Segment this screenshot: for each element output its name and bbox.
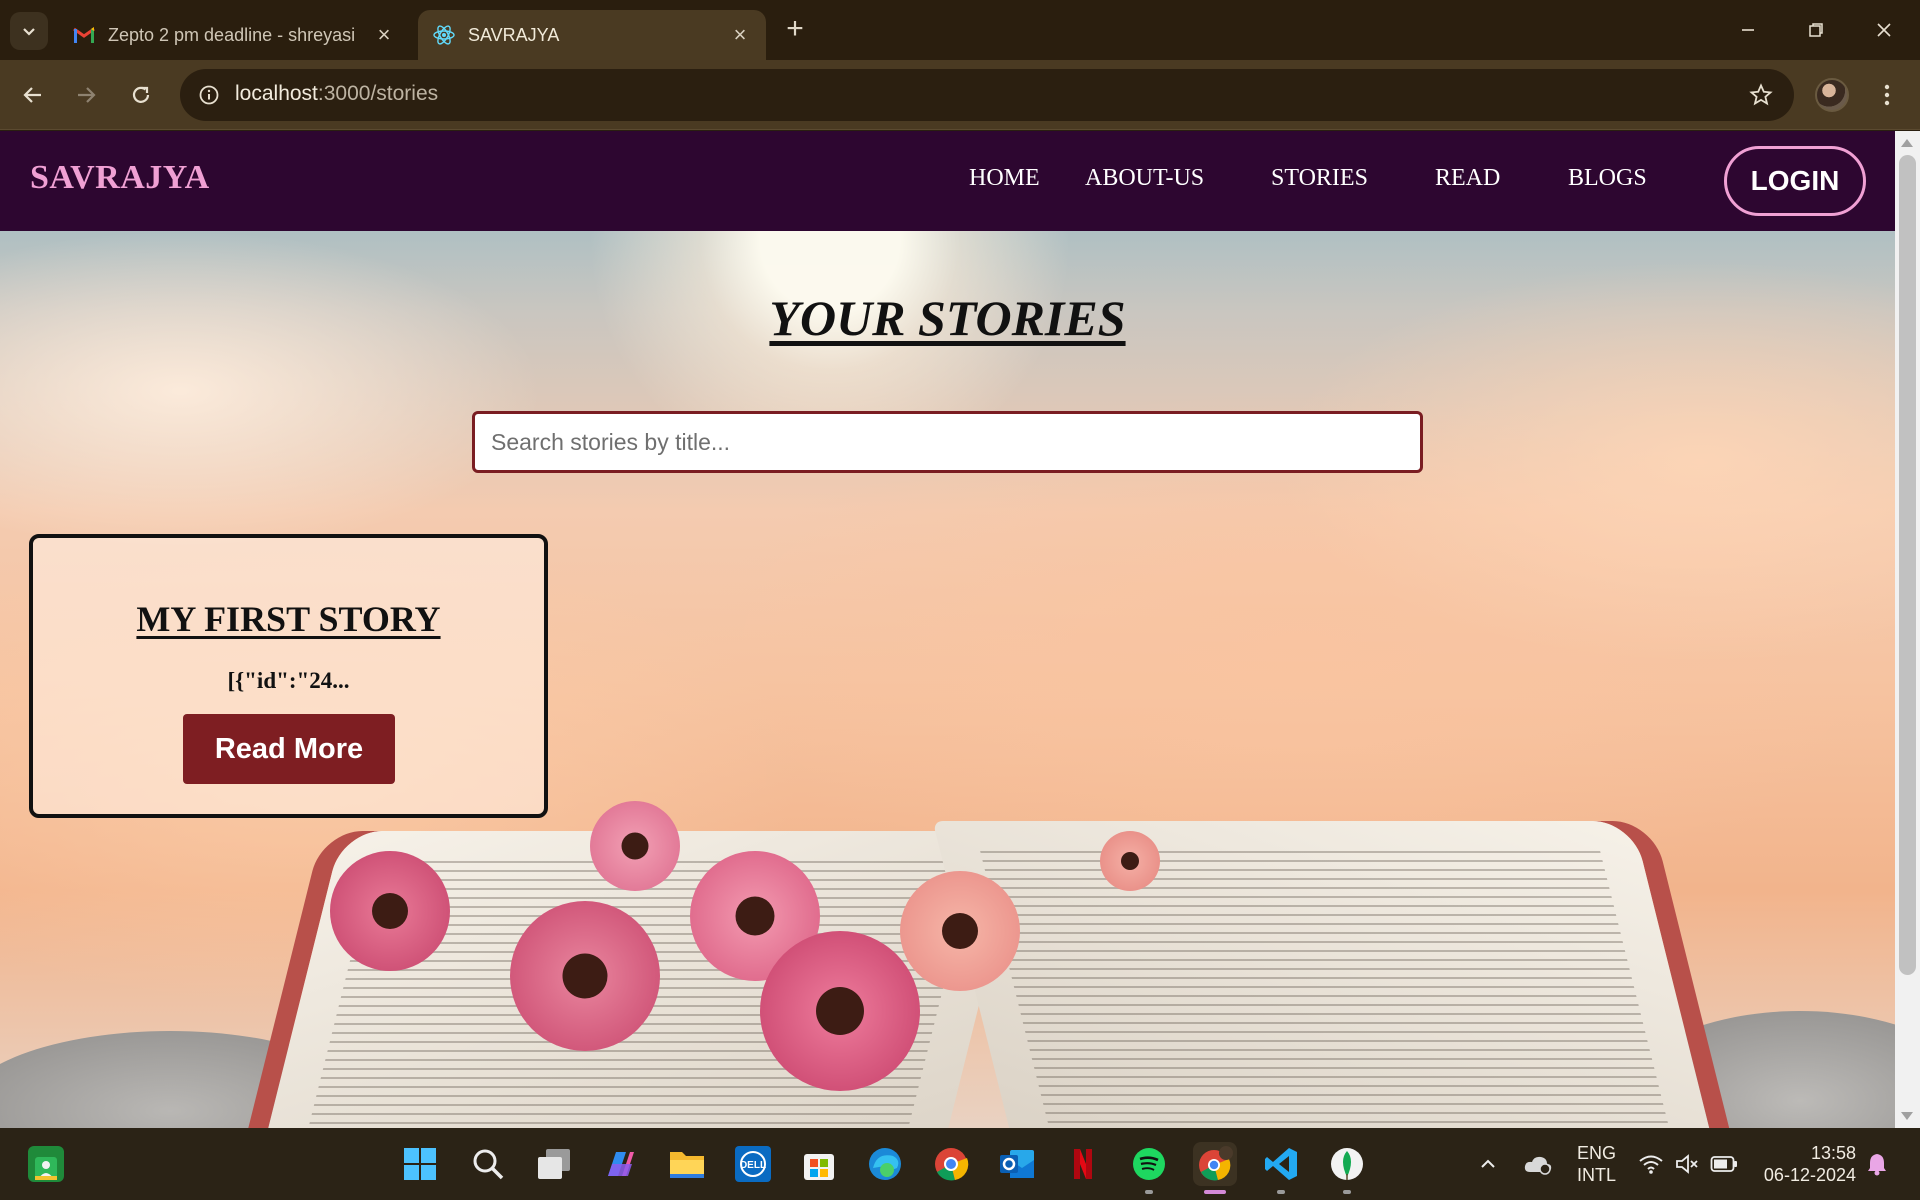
clock-time: 13:58: [1810, 1143, 1856, 1163]
file-explorer-icon[interactable]: [665, 1142, 709, 1186]
mongodb-compass-icon[interactable]: [1325, 1142, 1369, 1194]
flower-decoration: [900, 871, 1020, 991]
site-logo[interactable]: SAVRAJYA: [30, 159, 210, 197]
edge-icon[interactable]: [863, 1142, 907, 1186]
flower-decoration: [510, 901, 660, 1051]
chrome-profile-icon[interactable]: [1193, 1142, 1237, 1194]
address-bar[interactable]: localhost:3000/stories: [180, 69, 1794, 121]
restore-icon[interactable]: [1793, 12, 1839, 48]
language-code: ENG: [1577, 1143, 1617, 1163]
new-tab-plus-icon[interactable]: +: [778, 14, 812, 48]
tab-title: SAVRAJYA: [468, 24, 560, 45]
nav-link-home[interactable]: HOME: [969, 165, 1040, 192]
tab-gmail[interactable]: Zepto 2 pm deadline - shreyasi ×: [58, 10, 410, 60]
browser-toolbar: localhost:3000/stories: [0, 60, 1920, 130]
story-title: MY FIRST STORY: [136, 599, 441, 639]
chrome-icon[interactable]: [929, 1142, 973, 1186]
search-icon[interactable]: [466, 1142, 510, 1186]
story-card: MY FIRST STORY [{"id":"24... Read More: [29, 534, 548, 818]
tab-savrajya[interactable]: SAVRAJYA ×: [418, 10, 766, 60]
bookmark-star-icon[interactable]: [1746, 80, 1776, 110]
browser-menu-icon[interactable]: [1872, 80, 1902, 110]
reload-icon[interactable]: [121, 75, 161, 115]
story-search-input[interactable]: [472, 411, 1423, 473]
flower-decoration: [590, 801, 680, 891]
clock-date: 06-12-2024: [1763, 1165, 1856, 1185]
close-tab-icon[interactable]: ×: [372, 22, 396, 47]
scroll-down-arrow-icon[interactable]: [1901, 1112, 1913, 1120]
scroll-up-arrow-icon[interactable]: [1901, 139, 1913, 147]
nav-link-about-us[interactable]: ABOUT-US: [1085, 165, 1204, 192]
minimize-icon[interactable]: [1725, 12, 1771, 48]
svg-text:DELL: DELL: [740, 1160, 766, 1171]
copilot-icon[interactable]: [598, 1142, 642, 1186]
flower-decoration: [1100, 831, 1160, 891]
speaker-muted-icon[interactable]: [1674, 1128, 1700, 1200]
site-info-icon[interactable]: [194, 80, 224, 110]
scroll-thumb[interactable]: [1899, 155, 1916, 975]
language-indicator[interactable]: ENG INTL: [1577, 1128, 1616, 1200]
close-window-icon[interactable]: [1861, 12, 1907, 48]
url-text: localhost:3000/stories: [235, 82, 438, 106]
url-path: :3000/stories: [317, 82, 439, 105]
clock[interactable]: 13:58 06-12-2024: [1762, 1128, 1856, 1200]
tab-search-chevron-icon[interactable]: [10, 12, 48, 50]
story-excerpt: [{"id":"24...: [227, 668, 350, 693]
vscode-icon[interactable]: [1259, 1142, 1303, 1194]
close-tab-icon[interactable]: ×: [728, 22, 752, 47]
site-navbar: SAVRAJYA HOME ABOUT-US STORIES READ BLOG…: [0, 131, 1895, 231]
nav-link-stories[interactable]: STORIES: [1271, 165, 1368, 192]
url-host: localhost: [235, 82, 318, 105]
tab-title: Zepto 2 pm deadline - shreyasi: [108, 24, 356, 45]
open-book-right-page: [932, 821, 1738, 1128]
page-title: YOUR STORIES: [769, 290, 1126, 346]
keyboard-layout: INTL: [1577, 1165, 1617, 1185]
spotify-icon[interactable]: [1127, 1142, 1171, 1194]
page-viewport: SAVRAJYA HOME ABOUT-US STORIES READ BLOG…: [0, 131, 1895, 1128]
nav-link-blogs[interactable]: BLOGS: [1568, 165, 1647, 192]
outlook-icon[interactable]: [995, 1142, 1039, 1186]
tray-overflow-chevron-icon[interactable]: [1478, 1128, 1498, 1200]
dell-icon[interactable]: DELL: [731, 1142, 775, 1186]
wifi-icon[interactable]: [1638, 1128, 1664, 1200]
back-arrow-icon[interactable]: [13, 75, 53, 115]
gmail-icon: [72, 23, 96, 47]
flower-decoration: [330, 851, 450, 971]
page-scrollbar[interactable]: [1895, 131, 1920, 1128]
login-button[interactable]: LOGIN: [1724, 146, 1866, 216]
battery-icon[interactable]: [1710, 1128, 1738, 1200]
task-view-icon[interactable]: [532, 1142, 576, 1186]
widgets-icon[interactable]: [28, 1146, 64, 1182]
read-more-button[interactable]: Read More: [183, 714, 395, 784]
forward-arrow-icon[interactable]: [66, 75, 106, 115]
flower-decoration: [760, 931, 920, 1091]
browser-tab-strip: Zepto 2 pm deadline - shreyasi × SAVRAJY…: [0, 0, 1920, 60]
profile-avatar[interactable]: [1815, 78, 1849, 112]
onedrive-cloud-icon[interactable]: [1523, 1128, 1553, 1200]
nav-link-read[interactable]: READ: [1435, 165, 1500, 192]
react-icon: [432, 23, 456, 47]
windows-taskbar: DELL ENG INTL 13:58 06-12-2024: [0, 1128, 1920, 1200]
microsoft-store-icon[interactable]: [797, 1142, 841, 1186]
netflix-icon[interactable]: [1061, 1142, 1105, 1186]
start-icon[interactable]: [398, 1142, 442, 1186]
notification-bell-icon[interactable]: [1866, 1128, 1888, 1200]
